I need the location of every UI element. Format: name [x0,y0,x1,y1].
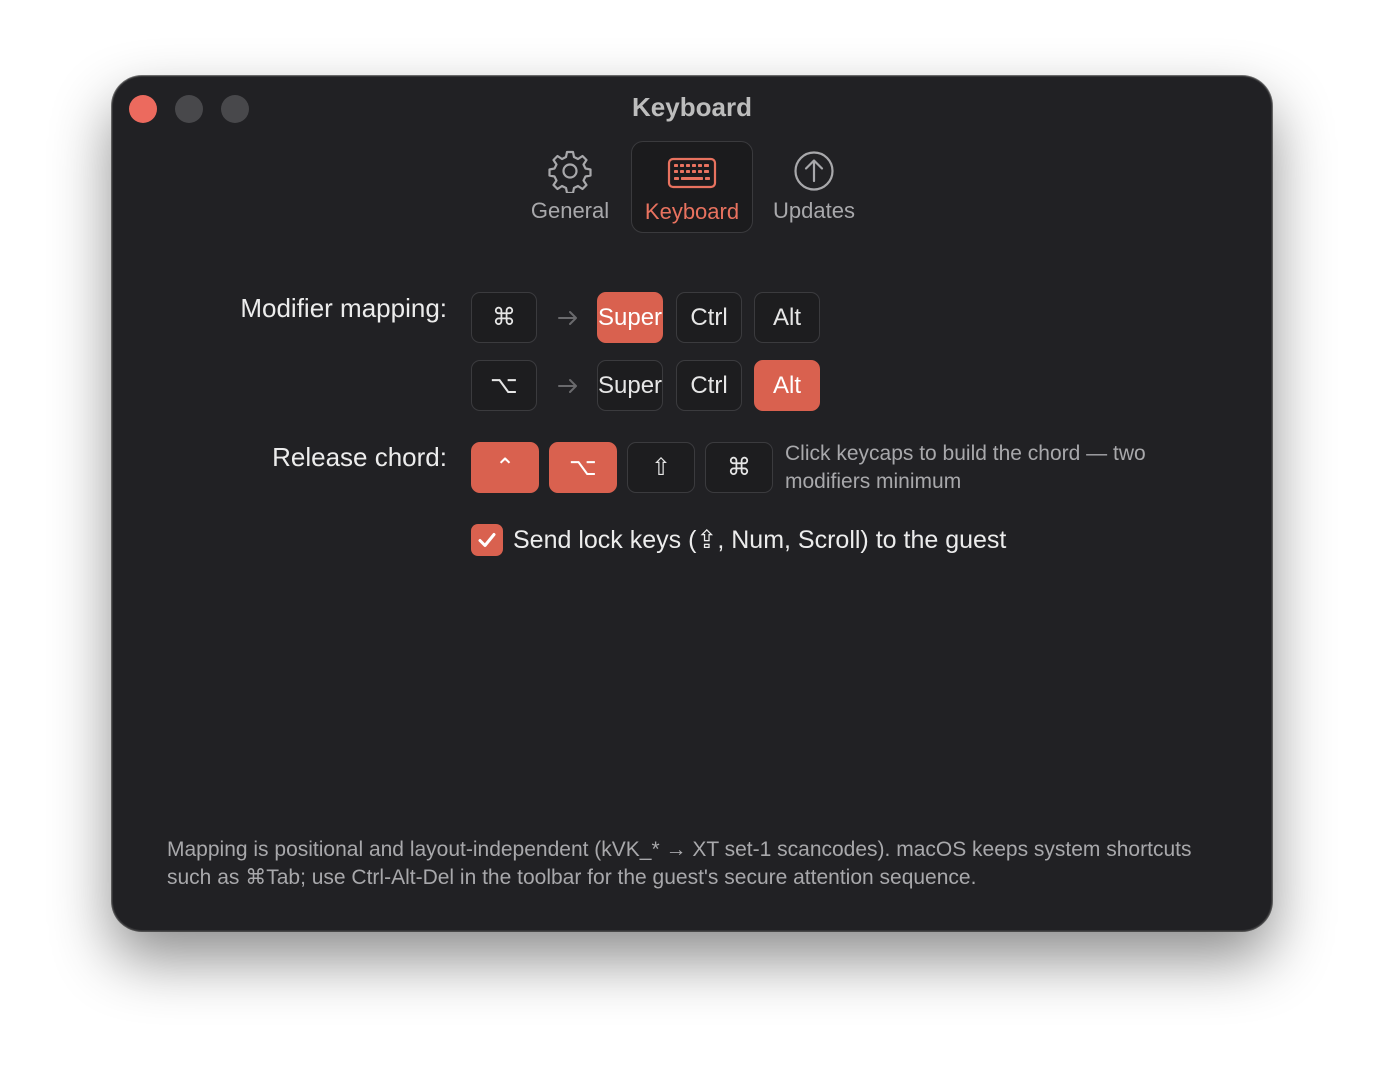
chord-key-command[interactable]: ⌘ [705,442,773,493]
mapping-command-alt[interactable]: Alt [754,292,820,343]
arrow-right-icon [558,379,577,393]
release-chord-label: Release chord: [272,442,447,472]
mapping-option-ctrl[interactable]: Ctrl [676,360,742,411]
keyboard-icon [667,157,717,189]
toolbar-tabs: General Keyboard Updates [112,141,1272,233]
checkmark-icon [478,533,496,547]
tab-keyboard[interactable]: Keyboard [631,141,753,233]
footer-note: Mapping is positional and layout-indepen… [167,838,1192,889]
window-title: Keyboard [632,92,752,122]
modifier-mapping-label: Modifier mapping: [240,293,447,323]
tab-general-label: General [530,198,610,223]
mapping-source-option: ⌥ [471,360,537,411]
lock-keys-checkbox[interactable] [471,524,503,556]
preferences-window: Keyboard General Keyboard Updates Modifi… [112,76,1272,931]
tab-keyboard-label: Keyboard [644,199,740,224]
lock-keys-checkbox-row[interactable]: Send lock keys (⇪, Num, Scroll) to the g… [471,524,1006,556]
mapping-source-command: ⌘ [471,292,537,343]
mapping-command-super[interactable]: Super [597,292,663,343]
tab-updates[interactable]: Updates [759,141,869,233]
tab-general[interactable]: General [515,141,625,233]
arrow-right-icon [558,311,577,325]
chord-key-control[interactable]: ⌃ [471,442,539,493]
mapping-option-super[interactable]: Super [597,360,663,411]
tab-updates-label: Updates [773,198,855,223]
arrow-up-circle-icon [794,151,834,191]
lock-keys-label: Send lock keys (⇪, Num, Scroll) to the g… [513,526,1007,554]
chord-key-option[interactable]: ⌥ [549,442,617,493]
gear-icon [548,150,592,193]
chord-key-shift[interactable]: ⇧ [627,442,695,493]
mapping-option-alt[interactable]: Alt [754,360,820,411]
chord-hint: Click keycaps to build the chord — two m… [785,442,1146,493]
mapping-command-ctrl[interactable]: Ctrl [676,292,742,343]
